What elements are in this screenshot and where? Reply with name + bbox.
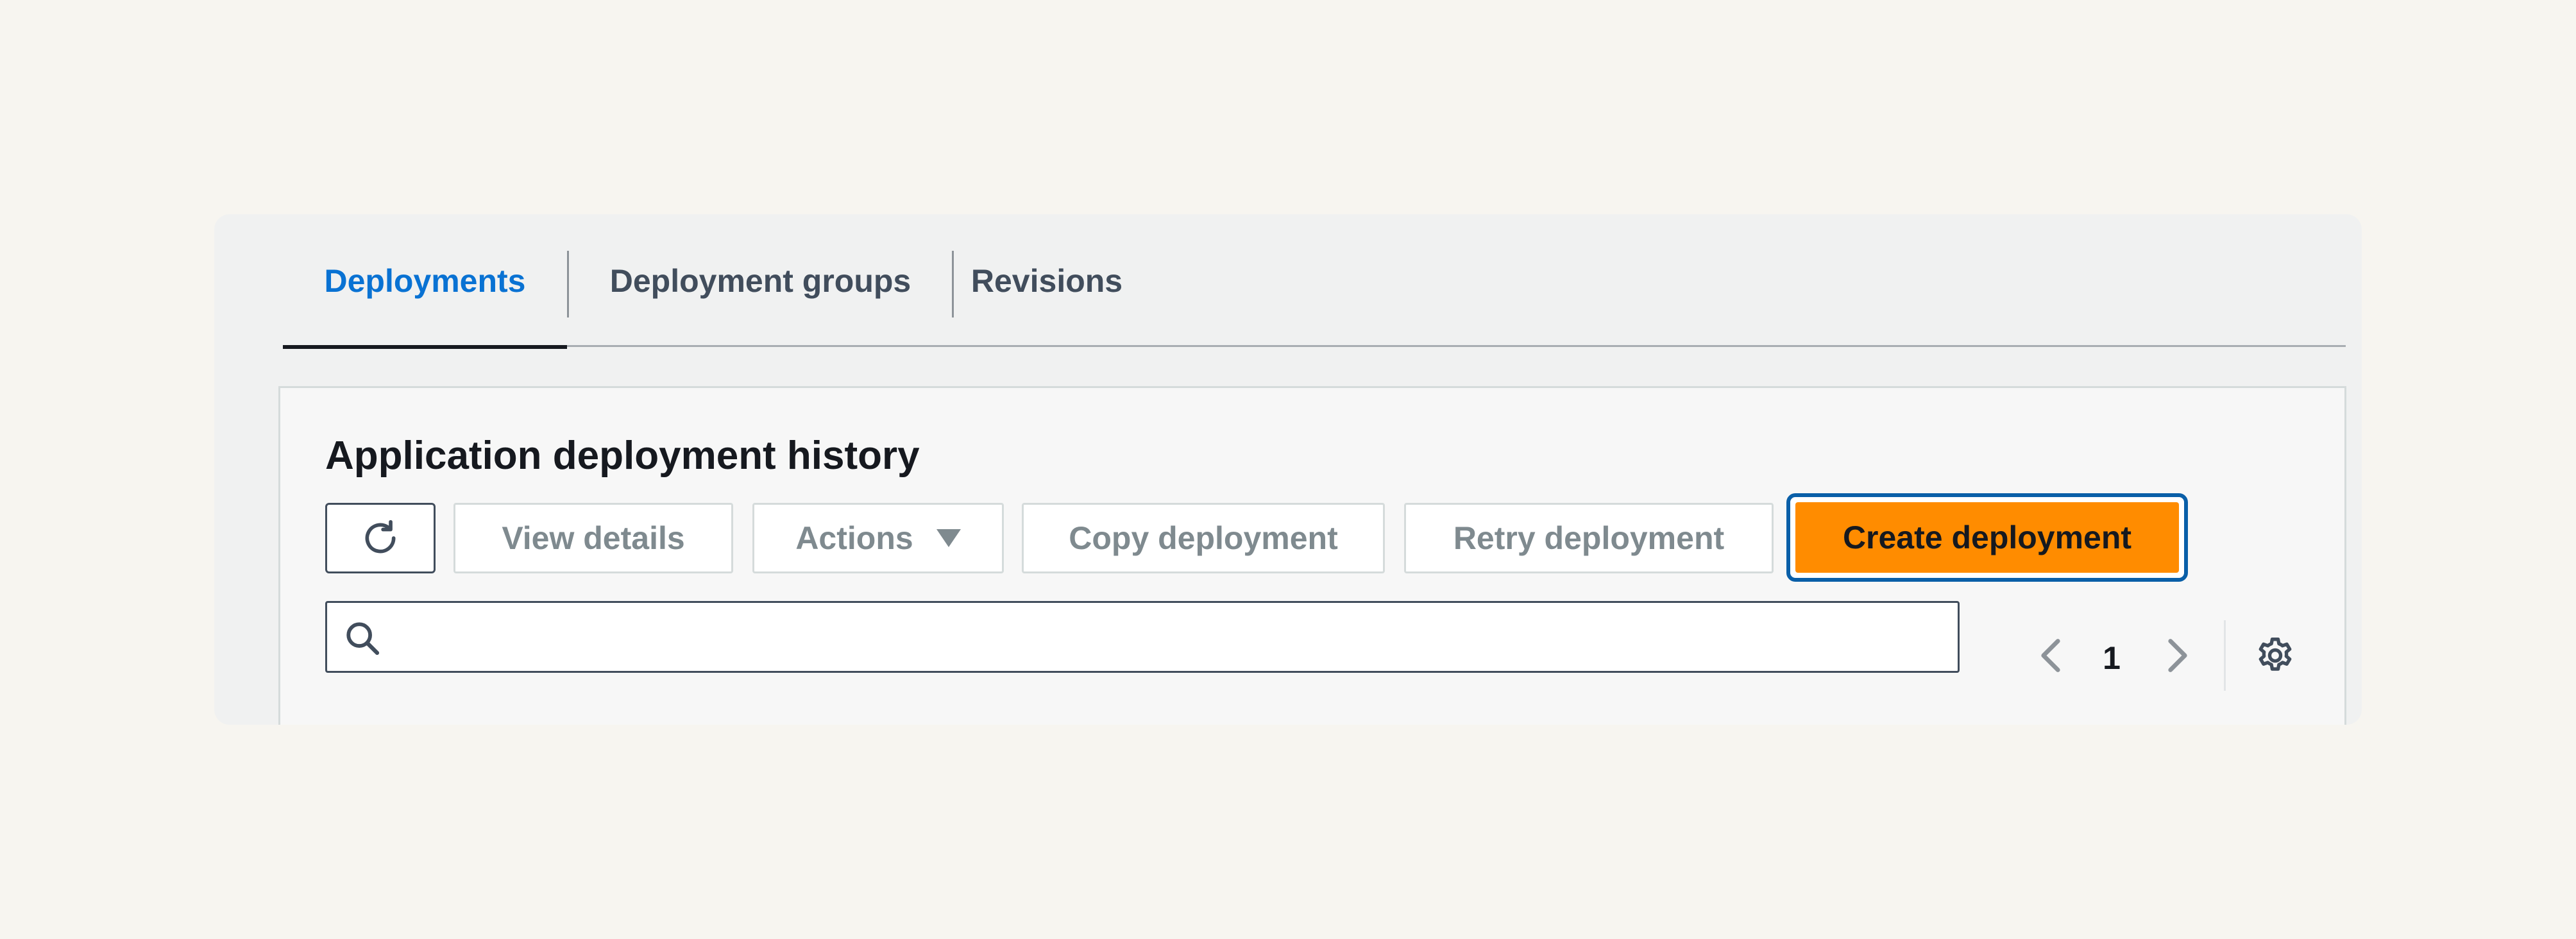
actions-dropdown-button[interactable]: Actions xyxy=(752,503,1004,573)
refresh-icon xyxy=(365,520,396,554)
deployments-card: Deployments Deployment groups Revisions … xyxy=(214,214,2362,725)
tab-deployments-label: Deployments xyxy=(324,262,526,299)
create-deployment-button[interactable]: Create deployment xyxy=(1795,502,2179,573)
chevron-left-icon[interactable] xyxy=(2038,636,2063,675)
panel-title: Application deployment history xyxy=(325,434,920,478)
gear-icon[interactable] xyxy=(2255,635,2296,676)
copy-deployment-label: Copy deployment xyxy=(1069,520,1338,556)
refresh-button[interactable] xyxy=(325,503,436,573)
actions-label: Actions xyxy=(795,520,913,556)
retry-deployment-label: Retry deployment xyxy=(1453,520,1725,556)
pager-divider xyxy=(2224,620,2226,691)
search-input[interactable] xyxy=(391,603,1947,672)
tab-bar: Deployments Deployment groups Revisions xyxy=(283,214,2346,349)
copy-deployment-button[interactable]: Copy deployment xyxy=(1022,503,1385,573)
caret-down-icon xyxy=(936,529,961,547)
search-icon xyxy=(346,622,380,656)
retry-deployment-button[interactable]: Retry deployment xyxy=(1404,503,1774,573)
tab-deployment-groups-label: Deployment groups xyxy=(609,262,911,299)
tab-revisions[interactable]: Revisions xyxy=(954,214,1140,347)
deployment-history-panel: Application deployment history View deta… xyxy=(278,386,2346,725)
chevron-right-icon[interactable] xyxy=(2165,636,2190,675)
tab-deployment-groups[interactable]: Deployment groups xyxy=(569,214,952,347)
create-deployment-label: Create deployment xyxy=(1842,520,2132,555)
view-details-label: View details xyxy=(502,520,685,556)
tab-revisions-label: Revisions xyxy=(970,262,1123,299)
view-details-button[interactable]: View details xyxy=(453,503,733,573)
page-number[interactable]: 1 xyxy=(2096,639,2128,677)
tab-deployments[interactable]: Deployments xyxy=(283,214,567,349)
search-field[interactable] xyxy=(325,601,1960,673)
